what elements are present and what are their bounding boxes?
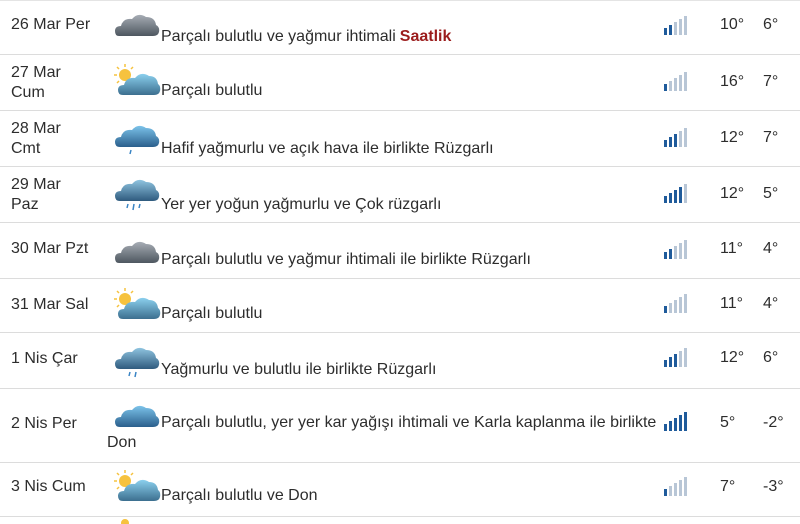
cloudy-icon	[115, 241, 160, 263]
weather-description: Parçalı bulutlu	[161, 82, 263, 99]
max-temperature: 10°	[720, 16, 745, 33]
forecast-row: 29 Mar Paz Yer yer yoğun yağmurlu ve Çok …	[0, 167, 800, 223]
forecast-table: 26 Mar Per Parçalı bulutlu ve yağmur iht…	[0, 0, 800, 524]
heavy-rain-icon	[115, 179, 160, 211]
weather-description: Parçalı bulutlu, yer yer kar yağışı ihti…	[107, 414, 657, 451]
day-label: 27 Mar Cum	[11, 64, 61, 101]
max-temperature: 7°	[720, 478, 736, 495]
max-temperature: 12°	[720, 129, 745, 146]
max-temperature: 16°	[720, 73, 745, 90]
light-rain-icon	[115, 125, 160, 155]
precipitation-signal-icon	[664, 477, 687, 496]
weather-description: Parçalı bulutlu ve yağmur ihtimali ile b…	[161, 251, 531, 268]
cloudy-icon	[115, 14, 160, 36]
min-temperature: 6°	[763, 349, 779, 366]
forecast-row: 3 Nis Cum Parçalı bulutlu ve Don 7° -3°	[0, 463, 800, 517]
partly-sunny-icon	[114, 64, 161, 95]
hourly-link[interactable]: Saatlik	[400, 28, 452, 45]
min-temperature: 4°	[763, 295, 779, 312]
min-temperature: -2°	[763, 414, 784, 431]
day-label: 26 Mar Per	[11, 16, 91, 33]
day-label: 2 Nis Per	[11, 415, 77, 432]
day-label: 1 Nis Çar	[11, 350, 78, 367]
day-label: 29 Mar Paz	[11, 176, 61, 213]
forecast-row: 2 Nis Per Parçalı bulutlu, yer yer kar y…	[0, 389, 800, 463]
precipitation-signal-icon	[664, 128, 687, 147]
day-label: 30 Mar Pzt	[11, 240, 89, 257]
precipitation-signal-icon	[664, 240, 687, 259]
precipitation-signal-icon	[664, 294, 687, 313]
max-temperature: 12°	[720, 185, 745, 202]
max-temperature: 11°	[720, 295, 744, 312]
forecast-row: 28 Mar Cmt Hafif yağmurlu ve açık hava il…	[0, 111, 800, 167]
forecast-row: 30 Mar Pzt Parçalı bulutlu ve yağmur iht…	[0, 223, 800, 279]
day-label: 31 Mar Sal	[11, 296, 89, 313]
weather-description: Yağmurlu ve bulutlu ile birlikte Rüzgarl…	[161, 361, 437, 378]
day-label: 3 Nis Cum	[11, 478, 86, 495]
weather-description: Parçalı bulutlu	[161, 305, 263, 322]
weather-description: Hafif yağmurlu ve açık hava ile birlikte…	[161, 140, 494, 157]
precipitation-signal-icon	[664, 16, 687, 35]
min-temperature: 6°	[763, 16, 779, 33]
min-temperature: 7°	[763, 129, 779, 146]
max-temperature: 12°	[720, 349, 745, 366]
max-temperature: 5°	[720, 414, 736, 431]
day-label: 28 Mar Cmt	[11, 120, 61, 157]
partly-sunny-icon	[114, 470, 161, 501]
precipitation-signal-icon	[664, 184, 687, 203]
rain-icon	[115, 347, 160, 378]
partly-sunny-icon	[114, 288, 161, 319]
forecast-row: 27 Mar Cum Parçalı bulutlu 16° 7°	[0, 55, 800, 111]
precipitation-signal-icon	[664, 412, 687, 431]
forecast-row: 26 Mar Per Parçalı bulutlu ve yağmur iht…	[0, 1, 800, 55]
weather-description: Parçalı bulutlu ve Don	[161, 487, 318, 504]
precipitation-signal-icon	[664, 72, 687, 91]
min-temperature: 7°	[763, 73, 779, 90]
precipitation-signal-icon	[664, 348, 687, 367]
min-temperature: 5°	[763, 185, 779, 202]
weather-description: Yer yer yoğun yağmurlu ve Çok rüzgarlı	[161, 196, 442, 213]
weather-description: Parçalı bulutlu ve yağmur ihtimali Saatli…	[161, 28, 452, 45]
forecast-row: 31 Mar Sal Parçalı bulutlu 11° 4°	[0, 279, 800, 333]
min-temperature: 4°	[763, 240, 779, 257]
max-temperature: 11°	[720, 240, 744, 257]
min-temperature: -3°	[763, 478, 784, 495]
forecast-row: 1 Nis Çar Yağmurlu ve bulutlu ile birlik…	[0, 333, 800, 389]
